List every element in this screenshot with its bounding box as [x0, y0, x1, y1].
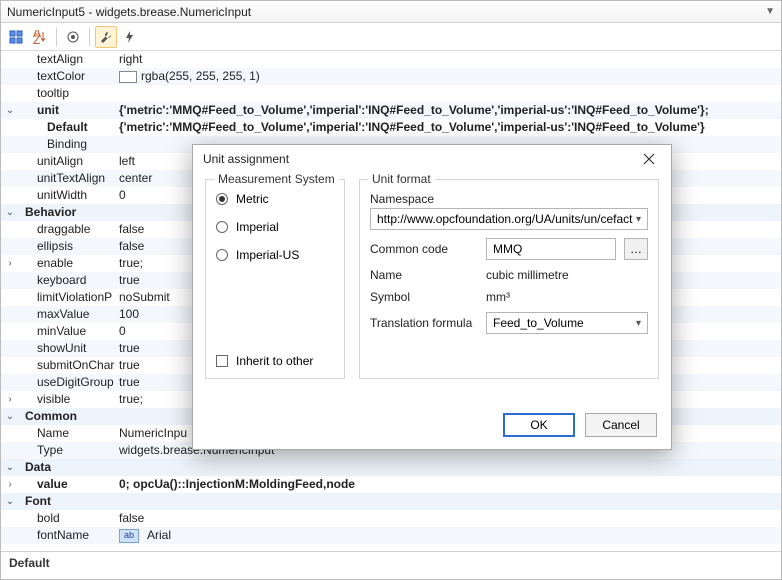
- radio-imperial-us[interactable]: Imperial-US: [216, 248, 334, 262]
- prop-key: unit: [19, 102, 119, 119]
- prop-key: draggable: [19, 221, 119, 238]
- description-panel: Default: [1, 551, 781, 579]
- prop-key: Name: [19, 425, 119, 442]
- expand-icon[interactable]: ⌄: [1, 493, 19, 510]
- ok-button[interactable]: OK: [503, 413, 575, 437]
- bolt-icon[interactable]: [119, 26, 141, 48]
- categorized-icon[interactable]: [5, 26, 27, 48]
- prop-key: visible: [19, 391, 119, 408]
- prop-key: enable: [19, 255, 119, 272]
- cancel-button[interactable]: Cancel: [585, 413, 657, 437]
- translation-formula-label: Translation formula: [370, 316, 478, 330]
- frame-legend: Unit format: [368, 172, 435, 186]
- prop-val[interactable]: false: [119, 510, 781, 527]
- chevron-down-icon: ▾: [636, 214, 641, 225]
- svg-text:Z: Z: [33, 33, 40, 44]
- namespace-select[interactable]: http://www.opcfoundation.org/UA/units/un…: [370, 208, 648, 230]
- expand-icon[interactable]: ›: [1, 476, 19, 493]
- expand-icon[interactable]: ›: [1, 255, 19, 272]
- target-icon[interactable]: [62, 26, 84, 48]
- namespace-label: Namespace: [370, 192, 478, 206]
- close-button[interactable]: [637, 147, 661, 171]
- titlebar: NumericInput5 - widgets.brease.NumericIn…: [1, 1, 781, 23]
- chevron-down-icon: ▾: [636, 318, 641, 329]
- prop-val[interactable]: right: [119, 51, 781, 68]
- color-swatch[interactable]: [119, 71, 137, 83]
- separator: [56, 28, 57, 46]
- unit-format-frame: Unit format Namespace http://www.opcfoun…: [359, 179, 659, 379]
- prop-key: bold: [19, 510, 119, 527]
- radio-metric[interactable]: Metric: [216, 192, 334, 206]
- expand-icon[interactable]: ›: [1, 391, 19, 408]
- prop-val[interactable]: {'metric':'MMQ#Feed_to_Volume','imperial…: [119, 119, 781, 136]
- expand-icon[interactable]: ⌄: [1, 408, 19, 425]
- wrench-icon[interactable]: [95, 26, 117, 48]
- expand-icon[interactable]: ⌄: [1, 102, 19, 119]
- prop-key: tooltip: [19, 85, 119, 102]
- prop-key: Binding: [19, 136, 119, 153]
- expand-icon[interactable]: ⌄: [1, 459, 19, 476]
- symbol-label: Symbol: [370, 290, 478, 304]
- prop-key: submitOnChar: [19, 357, 119, 374]
- font-badge-icon: ab: [119, 529, 139, 543]
- category[interactable]: Font: [19, 493, 119, 510]
- prop-key: useDigitGroup: [19, 374, 119, 391]
- translation-formula-select[interactable]: Feed_to_Volume▾: [486, 312, 648, 334]
- prop-key: fontName: [19, 527, 119, 544]
- dialog-title: Unit assignment: [203, 152, 637, 166]
- prop-key: Default: [19, 119, 119, 136]
- toolbar: AZ: [1, 23, 781, 51]
- name-label: Name: [370, 268, 478, 282]
- category[interactable]: Common: [19, 408, 119, 425]
- dialog-titlebar: Unit assignment: [193, 145, 671, 173]
- radio-imperial[interactable]: Imperial: [216, 220, 334, 234]
- prop-val[interactable]: {'metric':'MMQ#Feed_to_Volume','imperial…: [119, 102, 781, 119]
- prop-key: keyboard: [19, 272, 119, 289]
- prop-val[interactable]: 0; opcUa()::InjectionM:MoldingFeed,node: [119, 476, 781, 493]
- checkbox-inherit[interactable]: Inherit to other: [216, 354, 334, 368]
- prop-key: unitWidth: [19, 187, 119, 204]
- expand-icon[interactable]: ⌄: [1, 204, 19, 221]
- prop-key: unitAlign: [19, 153, 119, 170]
- prop-val[interactable]: rgba(255, 255, 255, 1): [119, 68, 781, 85]
- prop-key: ellipsis: [19, 238, 119, 255]
- category[interactable]: Behavior: [19, 204, 119, 221]
- prop-key: Type: [19, 442, 119, 459]
- prop-key: value: [19, 476, 119, 493]
- frame-legend: Measurement System: [214, 172, 339, 186]
- common-code-label: Common code: [370, 242, 478, 256]
- symbol-value: mm³: [486, 290, 510, 304]
- prop-key: minValue: [19, 323, 119, 340]
- window-title: NumericInput5 - widgets.brease.NumericIn…: [7, 5, 765, 19]
- prop-key: maxValue: [19, 306, 119, 323]
- common-code-input[interactable]: MMQ: [486, 238, 616, 260]
- prop-key: textAlign: [19, 51, 119, 68]
- unit-assignment-dialog: Unit assignment Measurement System Metri…: [192, 144, 672, 450]
- name-value: cubic millimetre: [486, 268, 569, 282]
- prop-key: unitTextAlign: [19, 170, 119, 187]
- chevron-down-icon[interactable]: ▼: [765, 6, 775, 17]
- sort-az-icon[interactable]: AZ: [29, 26, 51, 48]
- browse-button[interactable]: …: [624, 238, 648, 260]
- category[interactable]: Data: [19, 459, 119, 476]
- prop-key: limitViolationP: [19, 289, 119, 306]
- prop-key: showUnit: [19, 340, 119, 357]
- separator: [89, 28, 90, 46]
- prop-val[interactable]: abArial: [119, 527, 781, 544]
- prop-key: textColor: [19, 68, 119, 85]
- measurement-system-frame: Measurement System Metric Imperial Imper…: [205, 179, 345, 379]
